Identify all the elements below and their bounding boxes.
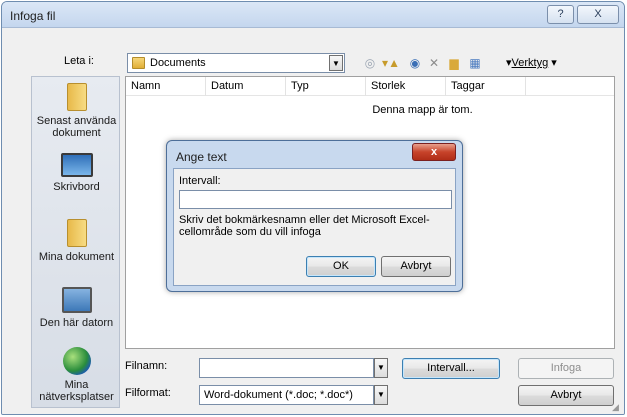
chevron-down-icon[interactable]: ▼ xyxy=(374,358,388,378)
range-help-text: Skriv det bokmärkesnamn eller det Micros… xyxy=(179,214,430,238)
column-header-size[interactable]: Storlek xyxy=(366,77,446,96)
places-bar: Senast använda dokument Skrivbord Mina d… xyxy=(31,76,120,408)
range-field-label: Intervall: xyxy=(179,175,221,187)
column-header-type[interactable]: Typ xyxy=(286,77,366,96)
modal-cancel-button[interactable]: Avbryt xyxy=(381,256,451,277)
ok-button[interactable]: OK xyxy=(306,256,376,277)
place-computer[interactable]: Den här datorn xyxy=(32,287,121,329)
place-documents[interactable]: Mina dokument xyxy=(32,219,121,263)
title-bar[interactable]: Infoga fil ? X xyxy=(2,2,624,28)
up-folder-icon[interactable]: ▾▲ xyxy=(380,55,402,71)
filename-label: Filnamn: xyxy=(125,360,168,372)
column-header-date[interactable]: Datum xyxy=(206,77,286,96)
place-documents-label: Mina dokument xyxy=(38,251,115,263)
place-recent[interactable]: Senast använda dokument xyxy=(32,83,121,139)
empty-folder-message: Denna mapp är tom. xyxy=(372,104,473,116)
documents-folder-icon xyxy=(66,219,87,247)
desktop-icon xyxy=(60,153,93,177)
views-icon[interactable]: ▦ xyxy=(466,55,484,71)
chevron-down-icon[interactable]: ▼ xyxy=(374,385,388,405)
lookin-dropdown[interactable]: Documents ▼ xyxy=(127,53,345,73)
column-header-tags[interactable]: Taggar xyxy=(446,77,526,96)
format-label: Filformat: xyxy=(125,387,171,399)
network-icon xyxy=(62,347,91,375)
new-folder-icon[interactable]: ▆ xyxy=(445,55,463,71)
computer-icon xyxy=(61,287,92,313)
place-desktop-label: Skrivbord xyxy=(53,181,100,193)
dialog-title: Infoga fil xyxy=(10,9,56,23)
back-icon[interactable]: ◎ xyxy=(362,55,378,71)
column-header-name[interactable]: Namn xyxy=(126,77,206,96)
enter-text-dialog: Ange text x Intervall: Skriv det bokmärk… xyxy=(166,140,463,292)
place-network-label: Mina nätverksplatser xyxy=(39,379,114,403)
format-dropdown[interactable]: Word-dokument (*.doc; *.doc*) xyxy=(199,385,374,405)
resize-grip-icon[interactable]: ◢ xyxy=(612,402,622,412)
tools-label: Verktyg xyxy=(511,57,549,69)
place-desktop[interactable]: Skrivbord xyxy=(32,153,121,193)
delete-icon[interactable]: ✕ xyxy=(426,55,442,71)
help-button[interactable]: ? xyxy=(547,5,574,24)
insert-button[interactable]: Infoga xyxy=(518,358,614,379)
range-button[interactable]: Intervall... xyxy=(402,358,500,379)
place-recent-label: Senast använda dokument xyxy=(36,115,117,139)
cancel-button[interactable]: Avbryt xyxy=(518,385,614,406)
range-input[interactable] xyxy=(179,190,452,209)
tools-menu[interactable]: ▾Verktyg ▾ xyxy=(506,56,557,69)
place-computer-label: Den här datorn xyxy=(39,317,114,329)
chevron-down-icon[interactable]: ▼ xyxy=(329,55,343,71)
modal-close-button[interactable]: x xyxy=(412,143,456,161)
recent-folder-icon xyxy=(66,83,87,111)
place-network[interactable]: Mina nätverksplatser xyxy=(32,347,121,403)
close-button[interactable]: X xyxy=(577,5,619,24)
lookin-value: Documents xyxy=(150,57,206,69)
lookin-label: Leta i: xyxy=(64,55,94,67)
modal-title: Ange text xyxy=(176,150,227,164)
search-web-icon[interactable]: ◉ xyxy=(407,55,423,71)
folder-icon xyxy=(132,57,145,69)
modal-body: Intervall: Skriv det bokmärkesnamn eller… xyxy=(173,168,456,286)
filename-input[interactable] xyxy=(199,358,374,378)
